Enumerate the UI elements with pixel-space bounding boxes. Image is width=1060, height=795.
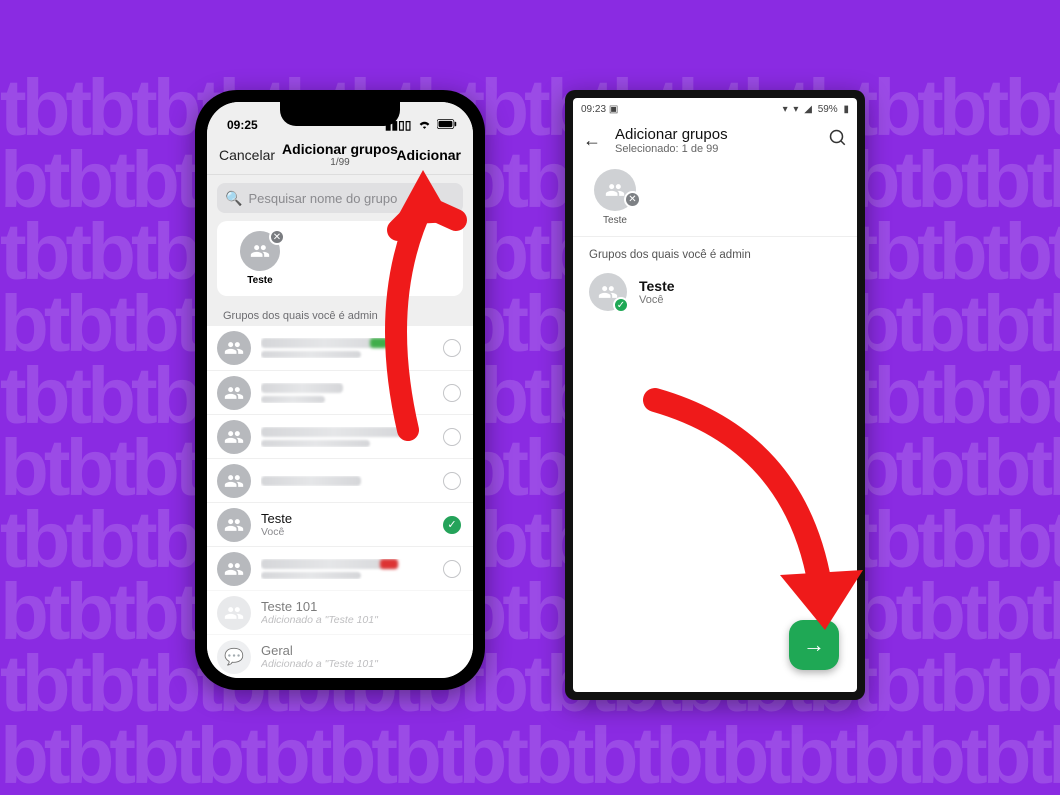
list-item-teste[interactable]: ✓ Teste Você <box>573 267 857 317</box>
list-item-teste[interactable]: Teste Você ✓ <box>207 502 473 546</box>
back-button[interactable]: ← <box>583 130 601 151</box>
ios-status-time: 09:25 <box>227 118 258 132</box>
radio-unchecked-icon[interactable] <box>443 384 461 402</box>
background-watermark: tbtbtbtbtbtbtbtbtbtbtbtbtbtbtbtbtbtbtbtb… <box>0 0 1060 795</box>
list-item[interactable] <box>207 546 473 590</box>
cellular-icon: ◢ <box>804 104 812 115</box>
close-icon[interactable]: ✕ <box>269 229 285 245</box>
close-icon[interactable]: ✕ <box>624 191 641 208</box>
section-header: Grupos dos quais você é admin <box>589 249 841 261</box>
search-button[interactable] <box>829 129 847 152</box>
radio-unchecked-icon[interactable] <box>443 428 461 446</box>
wifi-icon <box>418 118 431 132</box>
selected-chip-row: ✕ Teste <box>573 165 857 237</box>
wifi-icon: ▾ <box>783 104 788 115</box>
android-status-time: 09:23 <box>581 104 606 115</box>
group-avatar-icon: ✓ <box>589 273 627 311</box>
arrow-right-icon: → <box>803 632 825 658</box>
list-item[interactable] <box>207 414 473 458</box>
row-name: Teste <box>639 278 675 294</box>
android-header: ← Adicionar grupos Selecionado: 1 de 99 <box>573 120 857 165</box>
iphone-screen: 09:25 ▮▮▯▯ Cancelar Adicionar grupos 1/9… <box>207 102 473 678</box>
chat-avatar-icon: 💬 <box>217 640 251 674</box>
android-screen: 09:23 ▣ ▾ ▾ ◢ 59% ▮ ← Adicionar grupos S… <box>573 98 857 692</box>
chip-label: Teste <box>229 275 291 286</box>
iphone-notch <box>280 102 400 126</box>
radio-unchecked-icon[interactable] <box>443 472 461 490</box>
group-avatar-icon <box>217 420 251 454</box>
selected-chip-teste[interactable]: ✕ Teste <box>229 231 291 286</box>
chip-label: Teste <box>587 215 643 226</box>
group-avatar-icon <box>217 508 251 542</box>
selected-chip-teste[interactable]: ✕ Teste <box>587 169 643 226</box>
check-icon: ✓ <box>613 297 629 313</box>
list-item-teste101: Teste 101 Adicionado a "Teste 101" <box>207 590 473 634</box>
battery-text: 59% <box>818 104 838 115</box>
row-sub: Você <box>639 294 675 306</box>
adicionar-button[interactable]: Adicionar <box>396 147 461 163</box>
search-icon: 🔍 <box>225 190 242 207</box>
battery-icon: ▮ <box>843 104 849 115</box>
row-sub: Você <box>261 526 443 538</box>
android-frame: 09:23 ▣ ▾ ▾ ◢ 59% ▮ ← Adicionar grupos S… <box>565 90 865 700</box>
iphone-frame: 09:25 ▮▮▯▯ Cancelar Adicionar grupos 1/9… <box>195 90 485 690</box>
section-header: Grupos dos quais você é admin <box>223 310 457 322</box>
row-name: Geral <box>261 643 461 658</box>
header-title: Adicionar grupos <box>615 126 829 143</box>
list-item[interactable] <box>207 326 473 370</box>
search-input[interactable]: 🔍 Pesquisar nome do grupo <box>217 183 463 213</box>
android-status-bar: 09:23 ▣ ▾ ▾ ◢ 59% ▮ <box>573 98 857 120</box>
fab-next[interactable]: → <box>789 620 839 670</box>
group-avatar-icon <box>217 331 251 365</box>
group-avatar-icon <box>217 552 251 586</box>
group-avatar-icon <box>217 376 251 410</box>
group-avatar-icon <box>217 596 251 630</box>
camera-icon: ▣ <box>609 104 618 115</box>
group-avatar-icon <box>217 464 251 498</box>
row-sub: Adicionado a "Teste 101" <box>261 614 461 626</box>
header-subtitle: Selecionado: 1 de 99 <box>615 143 829 155</box>
battery-icon <box>437 118 457 132</box>
selected-groups-card: ✕ Teste <box>217 221 463 296</box>
list-item-geral: 💬 Geral Adicionado a "Teste 101" <box>207 634 473 678</box>
row-name: Teste <box>261 511 443 526</box>
radio-checked-icon[interactable]: ✓ <box>443 516 461 534</box>
radio-unchecked-icon[interactable] <box>443 560 461 578</box>
radio-unchecked-icon[interactable] <box>443 339 461 357</box>
list-item[interactable] <box>207 370 473 414</box>
list-item[interactable] <box>207 458 473 502</box>
group-list[interactable]: Teste Você ✓ Teste 101 Adicionado a "Tes… <box>207 326 473 678</box>
cancel-button[interactable]: Cancelar <box>219 147 275 163</box>
search-placeholder: Pesquisar nome do grupo <box>248 191 397 206</box>
row-name: Teste 101 <box>261 599 461 614</box>
wifi-icon: ▾ <box>793 104 798 115</box>
row-sub: Adicionado a "Teste 101" <box>261 658 461 670</box>
ios-nav-bar: Cancelar Adicionar grupos 1/99 Adicionar <box>207 135 473 175</box>
